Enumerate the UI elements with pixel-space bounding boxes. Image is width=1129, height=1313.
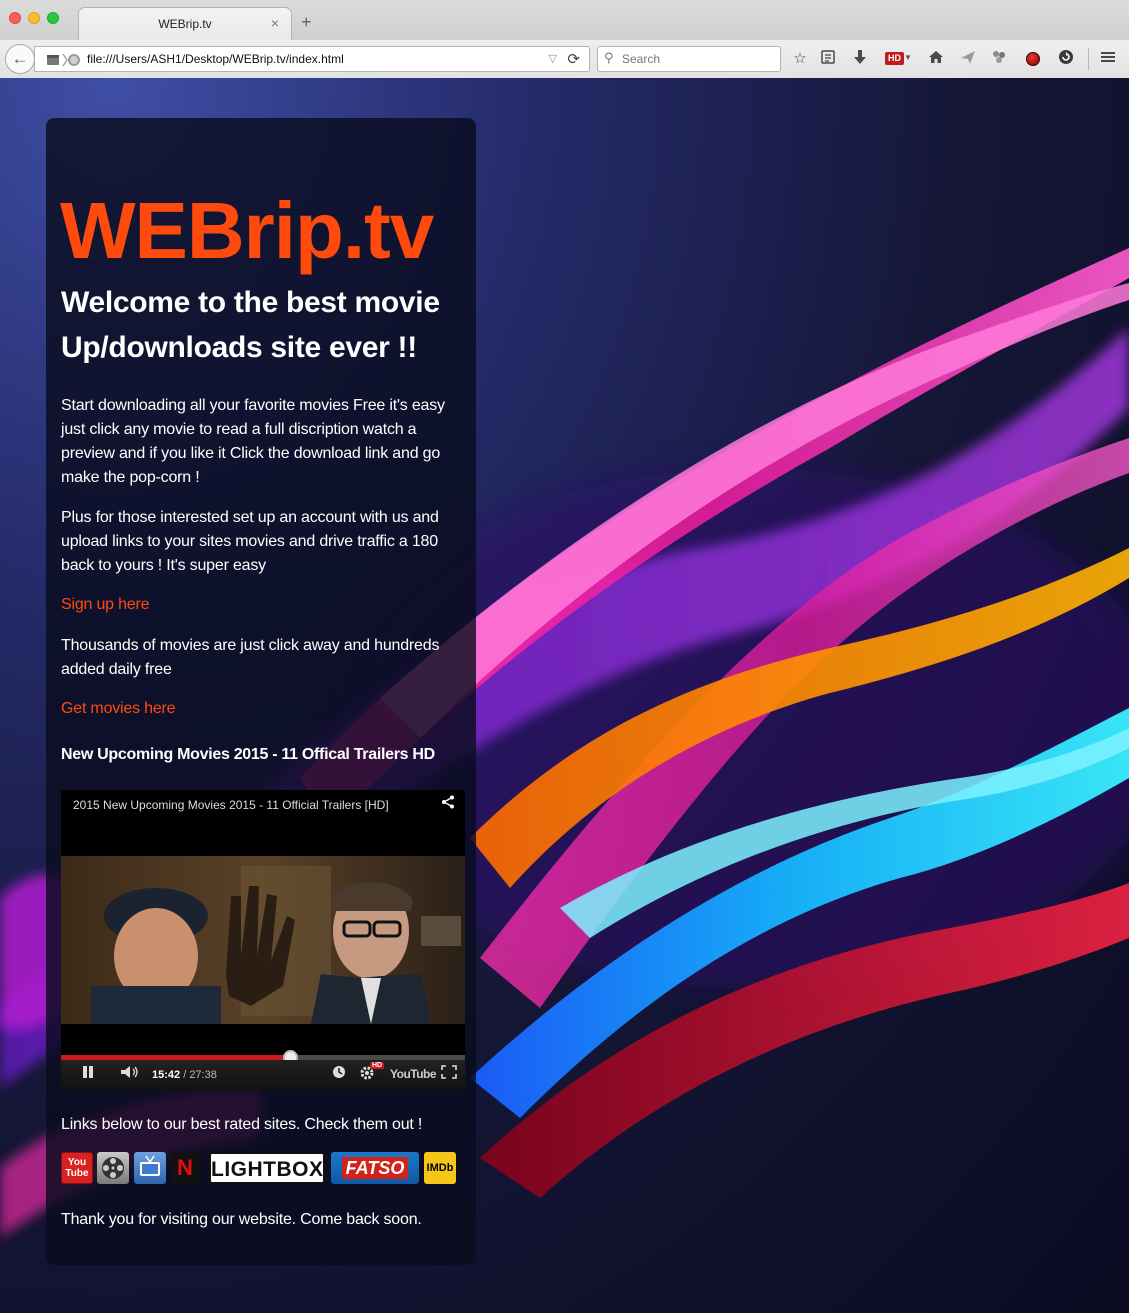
site-title: WEBrip.tv — [60, 186, 434, 275]
volume-icon[interactable] — [120, 1065, 140, 1082]
sync-icon[interactable] — [1056, 49, 1076, 69]
search-input[interactable] — [622, 49, 772, 69]
tab-strip: WEBrip.tv × + — [0, 0, 1129, 40]
film-reel-logo-link[interactable] — [97, 1152, 129, 1184]
pause-icon[interactable] — [81, 1065, 95, 1082]
site-identity-icon[interactable] — [41, 52, 81, 71]
video-duration: 27:38 — [189, 1069, 217, 1081]
menu-icon[interactable] — [1098, 49, 1118, 69]
record-icon[interactable] — [1026, 52, 1040, 66]
reading-list-icon[interactable] — [818, 49, 838, 69]
video-player[interactable]: 2015 New Upcoming Movies 2015 - 11 Offic… — [61, 790, 465, 1090]
back-button[interactable]: ← — [5, 44, 35, 74]
hd-video-icon[interactable]: HD — [885, 52, 904, 65]
home-icon[interactable] — [926, 49, 946, 69]
content-panel: WEBrip.tv Welcome to the best movie Up/d… — [46, 118, 476, 1265]
tab-close-icon[interactable]: × — [271, 15, 279, 31]
browser-chrome: WEBrip.tv × + file:///Users/ASH1/Desktop… — [0, 0, 1129, 78]
url-history-dropdown-icon[interactable]: ▽ — [549, 52, 557, 65]
tab-title: WEBrip.tv — [158, 17, 212, 31]
intro-paragraph: Start downloading all your favorite movi… — [61, 397, 445, 486]
links-intro: Links below to our best rated sites. Che… — [61, 1116, 423, 1133]
navigation-toolbar: file:///Users/ASH1/Desktop/WEBrip.tv/ind… — [0, 40, 1129, 78]
video-frame[interactable] — [61, 856, 465, 1024]
hd-dropdown-icon[interactable]: ▼ — [904, 53, 912, 62]
trailer-heading: New Upcoming Movies 2015 - 11 Offical Tr… — [61, 746, 435, 763]
new-tab-button[interactable]: + — [301, 12, 312, 33]
url-text[interactable]: file:///Users/ASH1/Desktop/WEBrip.tv/ind… — [87, 52, 344, 66]
thanks-paragraph: Thank you for visiting our website. Come… — [61, 1211, 422, 1228]
imdb-logo-link[interactable]: IMDb — [424, 1152, 456, 1184]
reload-icon[interactable]: ⟳ — [567, 50, 580, 68]
address-bar[interactable]: file:///Users/ASH1/Desktop/WEBrip.tv/ind… — [34, 46, 590, 72]
video-title[interactable]: 2015 New Upcoming Movies 2015 - 11 Offic… — [73, 798, 389, 812]
bookmark-star-icon[interactable]: ☆ — [790, 49, 810, 69]
video-time: 15:42 / 27:38 — [152, 1069, 217, 1081]
search-icon: ⚲ — [604, 50, 614, 65]
account-paragraph: Plus for those interested set up an acco… — [61, 509, 439, 574]
tab-webrip[interactable]: WEBrip.tv × — [78, 7, 292, 40]
video-controls: 15:42 / 27:38 HD YouTube — [61, 1060, 465, 1090]
youtube-logo[interactable]: YouTube — [390, 1067, 437, 1081]
watch-later-icon[interactable] — [332, 1065, 346, 1082]
get-movies-link[interactable]: Get movies here — [61, 700, 176, 718]
video-current-time: 15:42 — [152, 1069, 181, 1081]
download-icon[interactable] — [850, 49, 870, 69]
toolbar-separator — [1088, 48, 1089, 70]
search-box[interactable]: ⚲ — [597, 46, 781, 72]
fatso-logo-link[interactable]: FATSO — [331, 1152, 419, 1184]
tv-logo-link[interactable] — [134, 1152, 166, 1184]
welcome-heading: Welcome to the best movie Up/downloads s… — [61, 286, 440, 364]
window-minimize-button[interactable] — [28, 12, 40, 24]
fullscreen-icon[interactable] — [441, 1065, 457, 1082]
youtube-logo-link[interactable]: You Tube — [61, 1152, 93, 1184]
netflix-logo-link[interactable]: N — [171, 1152, 199, 1184]
page-viewport: WEBrip.tv Welcome to the best movie Up/d… — [0, 78, 1129, 1313]
share-icon[interactable] — [441, 795, 455, 813]
hd-quality-badge: HD — [370, 1062, 385, 1069]
fatso-logo-text: FATSO — [341, 1157, 409, 1179]
thousands-paragraph: Thousands of movies are just click away … — [61, 637, 440, 678]
extension-icon[interactable] — [989, 49, 1009, 69]
signup-link[interactable]: Sign up here — [61, 596, 150, 614]
window-close-button[interactable] — [9, 12, 21, 24]
send-icon[interactable] — [958, 49, 978, 69]
lightbox-logo-link[interactable]: LIGHTBOX — [209, 1152, 325, 1184]
window-maximize-button[interactable] — [47, 12, 59, 24]
